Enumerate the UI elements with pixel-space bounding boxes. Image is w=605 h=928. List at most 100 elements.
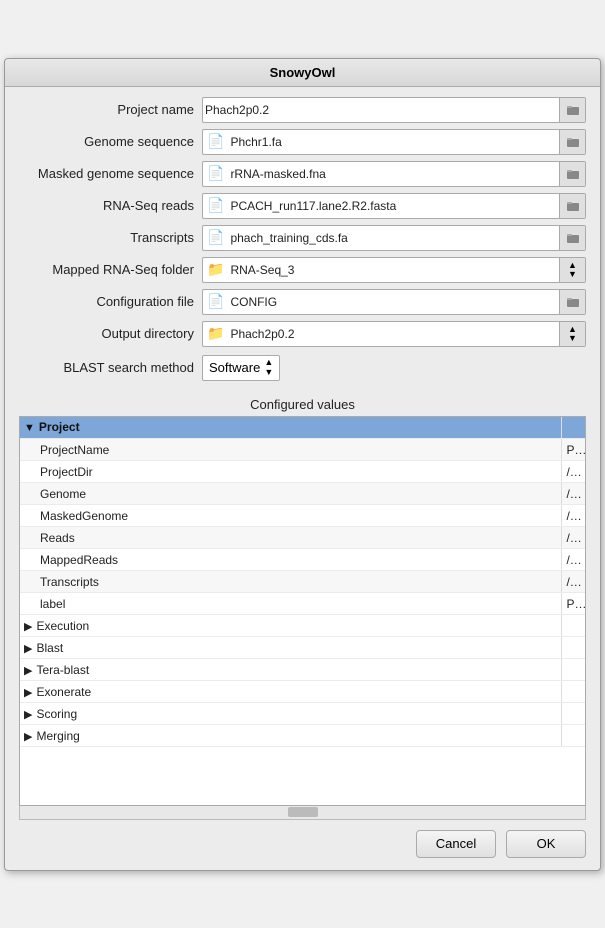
- table-row: ProjectDir/mnt/md/nfs01/ian_reid/seqs/Ph…: [20, 461, 585, 483]
- group-name: Execution: [36, 619, 89, 633]
- masked-file-icon: 📄: [207, 165, 224, 182]
- table-row: Transcripts/mnt/md/nfs01/ian_reid/seqs/P…: [20, 571, 585, 593]
- folder-browse-icon4: [566, 231, 580, 245]
- group-row[interactable]: ▶ Scoring: [20, 703, 585, 725]
- blast-label: BLAST search method: [19, 360, 194, 375]
- config-file-icon: 📄: [207, 293, 224, 310]
- value-cell: /mnt/md/nfs01/ian_reid/seqs/Phchr1/Phchr…: [562, 483, 585, 505]
- transcripts-row: Transcripts 📄 phach_training_cds.fa: [19, 225, 586, 251]
- output-dir-label: Output directory: [19, 326, 194, 341]
- folder-browse-icon2: [566, 167, 580, 181]
- group-name: Merging: [36, 729, 79, 743]
- group-arrow: ▶: [24, 731, 32, 743]
- output-dir-spinner[interactable]: ▲ ▼: [559, 322, 585, 346]
- value-cell: Phach2p0.2: [562, 439, 585, 461]
- group-row[interactable]: ▶ Blast: [20, 637, 585, 659]
- genome-sequence-browse[interactable]: [559, 130, 585, 154]
- value-cell: /mnt/md/nfs01/ian_reid/seqs/Phchr1/rRNA/…: [562, 505, 585, 527]
- blast-select-value: Software: [209, 360, 260, 375]
- scrollbar-thumb: [288, 807, 318, 817]
- blast-select-wrap[interactable]: Software ▲ ▼: [202, 355, 280, 381]
- ok-button[interactable]: OK: [506, 830, 586, 858]
- genome-sequence-label: Genome sequence: [19, 134, 194, 149]
- mapped-rnaseq-label: Mapped RNA-Seq folder: [19, 262, 194, 277]
- masked-genome-browse[interactable]: [559, 162, 585, 186]
- tree-table-wrap[interactable]: ▼ProjectProjectNamePhach2p0.2ProjectDir/…: [19, 416, 586, 806]
- transcripts-browse[interactable]: [559, 226, 585, 250]
- output-folder-icon: 📁: [207, 325, 224, 342]
- table-row: Reads/mnt/md/nfs01/ian_reid/seqs/Phchr1/…: [20, 527, 585, 549]
- key-cell: ProjectName: [20, 439, 562, 461]
- group-row[interactable]: ▶ Merging: [20, 725, 585, 747]
- key-cell: ProjectDir: [20, 461, 562, 483]
- rnaseq-reads-row: RNA-Seq reads 📄 PCACH_run117.lane2.R2.fa…: [19, 193, 586, 219]
- key-cell: MappedReads: [20, 549, 562, 571]
- horizontal-scrollbar[interactable]: [19, 806, 586, 820]
- key-cell: Genome: [20, 483, 562, 505]
- blast-row: BLAST search method Software ▲ ▼: [19, 355, 586, 381]
- project-name-row: Project name Phach2p0.2: [19, 97, 586, 123]
- transcripts-file-icon: 📄: [207, 229, 224, 246]
- output-dir-input-wrap[interactable]: 📁 Phach2p0.2 ▲ ▼: [202, 321, 586, 347]
- folder-icon: [566, 103, 580, 117]
- group-value-cell: [562, 615, 585, 637]
- group-arrow: ▶: [24, 709, 32, 721]
- rnaseq-reads-input-wrap[interactable]: 📄 PCACH_run117.lane2.R2.fasta: [202, 193, 586, 219]
- rnaseq-file-icon: 📄: [207, 197, 224, 214]
- project-name-input-wrap[interactable]: Phach2p0.2: [202, 97, 586, 123]
- masked-genome-value: rRNA-masked.fna: [228, 167, 559, 181]
- group-row[interactable]: ▶ Execution: [20, 615, 585, 637]
- group-arrow: ▶: [24, 687, 32, 699]
- group-name: Scoring: [36, 707, 77, 721]
- masked-genome-input-wrap[interactable]: 📄 rRNA-masked.fna: [202, 161, 586, 187]
- rnaseq-reads-browse[interactable]: [559, 194, 585, 218]
- key-cell: Reads: [20, 527, 562, 549]
- form-area: Project name Phach2p0.2 Genome sequence …: [5, 87, 600, 391]
- project-name-value: Phach2p0.2: [203, 103, 559, 117]
- project-name-browse[interactable]: [559, 98, 585, 122]
- table-row: MaskedGenome/mnt/md/nfs01/ian_reid/seqs/…: [20, 505, 585, 527]
- title-bar: SnowyOwl: [5, 59, 600, 87]
- group-arrow: ▶: [24, 621, 32, 633]
- value-cell: /mnt/md/nfs01/ian_reid/seqs/Phchr1/RNA-S…: [562, 549, 585, 571]
- cancel-button[interactable]: Cancel: [416, 830, 496, 858]
- table-row: Genome/mnt/md/nfs01/ian_reid/seqs/Phchr1…: [20, 483, 585, 505]
- value-cell: Phach2p0.2: [562, 593, 585, 615]
- group-arrow: ▶: [24, 643, 32, 655]
- group-arrow: ▼: [24, 422, 35, 434]
- configured-values-section: Configured values ▼ProjectProjectNamePha…: [19, 397, 586, 806]
- group-name: Tera-blast: [36, 663, 89, 677]
- rnaseq-reads-value: PCACH_run117.lane2.R2.fasta: [228, 199, 559, 213]
- table-row: MappedReads/mnt/md/nfs01/ian_reid/seqs/P…: [20, 549, 585, 571]
- mapped-rnaseq-value: RNA-Seq_3: [228, 263, 559, 277]
- blast-spinner[interactable]: ▲ ▼: [264, 358, 273, 378]
- genome-sequence-value: Phchr1.fa: [228, 135, 559, 149]
- transcripts-label: Transcripts: [19, 230, 194, 245]
- config-file-browse[interactable]: [559, 290, 585, 314]
- folder-browse-icon5: [566, 295, 580, 309]
- tree-table: ▼ProjectProjectNamePhach2p0.2ProjectDir/…: [20, 417, 585, 748]
- group-row[interactable]: ▶Exonerate: [20, 681, 585, 703]
- title-text: SnowyOwl: [270, 65, 336, 80]
- genome-file-icon: 📄: [207, 133, 224, 150]
- folder-browse-icon3: [566, 199, 580, 213]
- masked-genome-row: Masked genome sequence 📄 rRNA-masked.fna: [19, 161, 586, 187]
- group-name: Blast: [36, 641, 63, 655]
- genome-sequence-input-wrap[interactable]: 📄 Phchr1.fa: [202, 129, 586, 155]
- transcripts-input-wrap[interactable]: 📄 phach_training_cds.fa: [202, 225, 586, 251]
- table-row: labelPhach2p0.2: [20, 593, 585, 615]
- mapped-rnaseq-row: Mapped RNA-Seq folder 📁 RNA-Seq_3 ▲ ▼: [19, 257, 586, 283]
- output-dir-row: Output directory 📁 Phach2p0.2 ▲ ▼: [19, 321, 586, 347]
- key-cell: MaskedGenome: [20, 505, 562, 527]
- group-row[interactable]: ▶Tera-blast: [20, 659, 585, 681]
- config-file-input-wrap[interactable]: 📄 CONFIG: [202, 289, 586, 315]
- mapped-folder-icon: 📁: [207, 261, 224, 278]
- configured-values-title: Configured values: [19, 397, 586, 412]
- mapped-rnaseq-input-wrap[interactable]: 📁 RNA-Seq_3 ▲ ▼: [202, 257, 586, 283]
- mapped-rnaseq-spinner[interactable]: ▲ ▼: [559, 258, 585, 282]
- group-name: Project: [39, 420, 80, 434]
- output-dir-value: Phach2p0.2: [228, 327, 559, 341]
- group-row[interactable]: ▼ Project: [20, 417, 585, 439]
- transcripts-value: phach_training_cds.fa: [228, 231, 559, 245]
- value-cell: /mnt/md/nfs01/ian_reid/seqs/Phchr1/train…: [562, 571, 585, 593]
